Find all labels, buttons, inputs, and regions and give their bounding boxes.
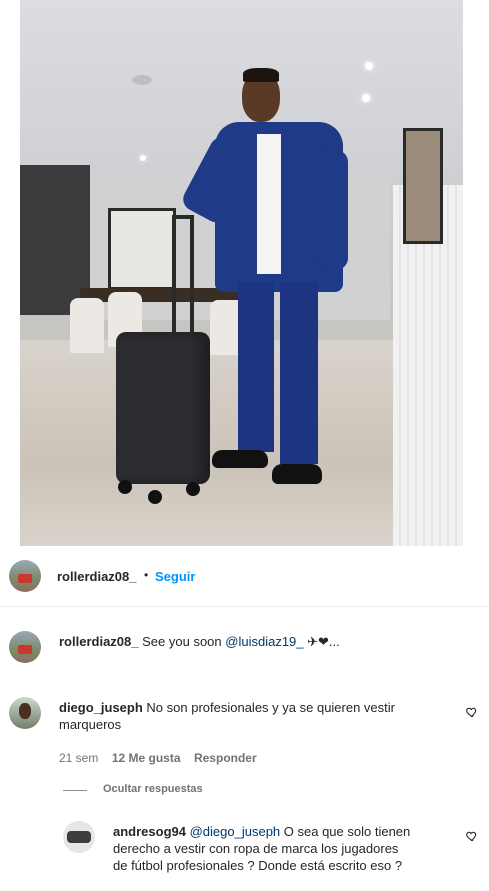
- suitcase-handle: [172, 215, 194, 339]
- person-arm: [318, 150, 348, 270]
- suitcase-wheel: [148, 490, 162, 504]
- suitcase-wheel: [118, 480, 132, 494]
- suitcase-wheel: [186, 482, 200, 496]
- avatar[interactable]: [63, 821, 95, 853]
- reply-button[interactable]: Responder: [194, 751, 257, 765]
- follow-button[interactable]: Seguir: [155, 569, 195, 584]
- person-shoe: [212, 450, 268, 468]
- reply-text-block: andresog94 @diego_juseph O sea que solo …: [113, 823, 413, 874]
- person-leg: [238, 282, 274, 452]
- replies-line: [63, 790, 87, 791]
- dining-chair: [70, 298, 104, 353]
- ceiling-vent: [132, 75, 152, 85]
- post-author-username[interactable]: rollerdiaz08_: [57, 569, 137, 584]
- wall-artwork: [108, 208, 176, 290]
- hide-replies-row[interactable]: Ocultar respuestas: [0, 782, 489, 798]
- comment-meta: 21 sem 12 Me gusta Responder: [59, 749, 257, 767]
- person-leg: [280, 282, 318, 464]
- reply-mention[interactable]: @diego_juseph: [190, 824, 281, 839]
- avatar[interactable]: [9, 560, 41, 592]
- ceiling-light: [362, 94, 370, 102]
- wall-artwork-right: [403, 128, 443, 244]
- ceiling-light: [140, 155, 146, 161]
- separator-dot: •: [144, 568, 149, 582]
- post-header: rollerdiaz08_ • Seguir: [0, 560, 489, 592]
- caption-text: See you soon: [142, 634, 222, 649]
- caption-text-block: rollerdiaz08_ See you soon @luisdiaz19_ …: [59, 633, 469, 650]
- caption-emoji: ✈❤...: [307, 634, 340, 649]
- comment-item: diego_juseph No son profesionales y ya s…: [0, 697, 489, 767]
- caption-row: rollerdiaz08_ See you soon @luisdiaz19_ …: [0, 631, 489, 663]
- caption-username[interactable]: rollerdiaz08_: [59, 634, 139, 649]
- person-hair: [243, 68, 279, 82]
- ceiling-light: [365, 62, 373, 70]
- person-shoe: [272, 464, 322, 484]
- comment-time[interactable]: 21 sem: [59, 751, 98, 765]
- comment-username[interactable]: diego_juseph: [59, 700, 143, 715]
- comment-likes[interactable]: 12 Me gusta: [112, 751, 181, 765]
- reply-username[interactable]: andresog94: [113, 824, 186, 839]
- hide-replies-button[interactable]: Ocultar respuestas: [103, 783, 203, 795]
- header-divider: [0, 606, 489, 607]
- suitcase: [116, 332, 210, 484]
- reply-item: andresog94 @diego_juseph O sea que solo …: [0, 821, 489, 881]
- avatar[interactable]: [9, 631, 41, 663]
- like-heart-icon[interactable]: [466, 706, 478, 718]
- caption-mention[interactable]: @luisdiaz19_: [225, 634, 303, 649]
- post-photo[interactable]: [20, 0, 463, 546]
- like-heart-icon[interactable]: [466, 830, 478, 842]
- avatar[interactable]: [9, 697, 41, 729]
- person-shirt: [257, 134, 281, 274]
- comment-text-block: diego_juseph No son profesionales y ya s…: [59, 699, 449, 733]
